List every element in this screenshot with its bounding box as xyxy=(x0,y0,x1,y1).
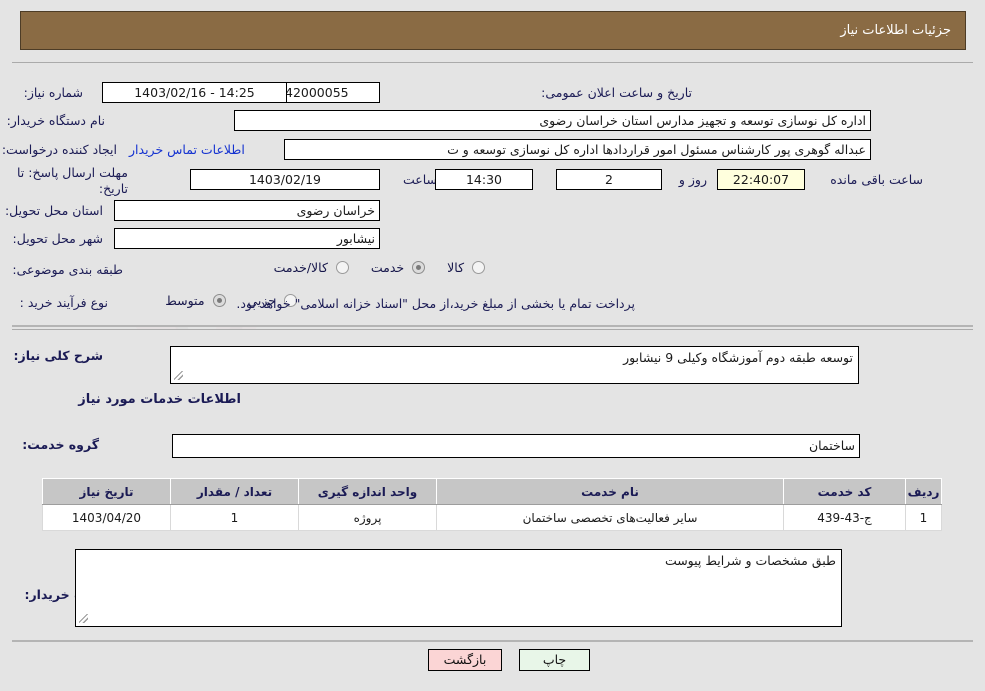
radio-icon[interactable] xyxy=(472,261,485,274)
process-option-1[interactable]: متوسط xyxy=(165,293,226,308)
description-label: شرح کلی نیاز: xyxy=(13,348,103,363)
description-textarea[interactable]: توسعه طبقه دوم آموزشگاه وکیلی 9 نیشابور xyxy=(170,346,859,384)
category-radio-group: کالا خدمت کالا/خدمت xyxy=(256,260,485,275)
radio-icon[interactable] xyxy=(335,261,349,274)
service-group-label: گروه خدمت: xyxy=(22,437,99,452)
public-announce-value: 14:25 - 1403/02/16 xyxy=(102,82,287,103)
cell-row: 1 xyxy=(905,504,942,531)
cell-unit: پروژه xyxy=(298,504,437,531)
category-option-1[interactable]: خدمت xyxy=(371,260,426,275)
creator-label: ایجاد کننده درخواست: xyxy=(1,142,117,157)
table-header-row: ردیف کد خدمت نام خدمت واحد اندازه گیری ت… xyxy=(42,478,942,505)
column-header-row: ردیف xyxy=(905,478,942,505)
page-header: جزئیات اطلاعات نیاز xyxy=(20,11,966,50)
print-button[interactable]: چاپ xyxy=(519,649,590,671)
province-value: خراسان رضوی xyxy=(114,200,380,221)
page-title: جزئیات اطلاعات نیاز xyxy=(840,23,951,38)
public-announce-label: تاریخ و ساعت اعلان عمومی: xyxy=(541,85,692,100)
deadline-label: مهلت ارسال پاسخ: تا تاریخ: xyxy=(17,165,128,196)
creator-value: عبداله گوهری پور کارشناس مسئول امور قرار… xyxy=(284,139,871,160)
cell-qty: 1 xyxy=(170,504,299,531)
category-label: طبقه بندی موضوعی: xyxy=(12,262,123,277)
process-note: پرداخت تمام یا بخشی از مبلغ خرید،از محل … xyxy=(236,296,635,311)
column-header-code: کد خدمت xyxy=(783,478,906,505)
need-number-label: شماره نیاز: xyxy=(23,85,83,100)
table-row[interactable]: 1 ج-43-439 سایر فعالیت‌های تخصصی ساختمان… xyxy=(42,504,942,531)
remaining-days-value: 2 xyxy=(556,169,662,190)
process-label: نوع فرآیند خرید : xyxy=(19,295,108,310)
remaining-countdown-label: ساعت باقی مانده xyxy=(830,172,923,187)
city-value: نیشابور xyxy=(114,228,380,249)
deadline-hour-label: ساعت xyxy=(402,172,437,187)
cell-date: 1403/04/20 xyxy=(42,504,171,531)
buyer-org-label: نام دستگاه خریدار: xyxy=(6,113,105,128)
remaining-days-label: روز و xyxy=(678,172,707,187)
description-value: توسعه طبقه دوم آموزشگاه وکیلی 9 نیشابور xyxy=(623,350,853,365)
deadline-date-value: 1403/02/19 xyxy=(190,169,380,190)
remaining-countdown-value: 22:40:07 xyxy=(717,169,805,190)
buyer-org-value: اداره کل نوسازی توسعه و تجهیز مدارس استا… xyxy=(234,110,871,131)
service-group-value: ساختمان xyxy=(172,434,860,458)
buyer-notes-value: طبق مشخصات و شرایط پیوست xyxy=(664,553,836,568)
deadline-hour-value: 14:30 xyxy=(435,169,533,190)
column-header-qty: تعداد / مقدار xyxy=(170,478,299,505)
column-header-date: تاریخ نیاز xyxy=(42,478,171,505)
buyer-contact-link[interactable]: اطلاعات تماس خریدار xyxy=(129,142,245,157)
category-option-2[interactable]: کالا/خدمت xyxy=(274,260,349,275)
radio-icon[interactable] xyxy=(212,294,226,307)
city-label: شهر محل تحویل: xyxy=(12,231,103,246)
services-table: ردیف کد خدمت نام خدمت واحد اندازه گیری ت… xyxy=(42,478,942,531)
buyer-notes-textarea[interactable]: طبق مشخصات و شرایط پیوست xyxy=(75,549,842,627)
services-section-title: اطلاعات خدمات مورد نیاز xyxy=(78,392,241,407)
category-option-0[interactable]: کالا xyxy=(447,260,485,275)
radio-icon[interactable] xyxy=(412,261,426,274)
page-root: AriaTender.net جزئیات اطلاعات نیاز شماره… xyxy=(0,0,985,691)
cell-code: ج-43-439 xyxy=(783,504,906,531)
cell-name: سایر فعالیت‌های تخصصی ساختمان xyxy=(436,504,784,531)
column-header-unit: واحد اندازه گیری xyxy=(298,478,437,505)
back-button[interactable]: بازگشت xyxy=(428,649,502,671)
column-header-name: نام خدمت xyxy=(436,478,784,505)
province-label: استان محل تحویل: xyxy=(4,203,103,218)
